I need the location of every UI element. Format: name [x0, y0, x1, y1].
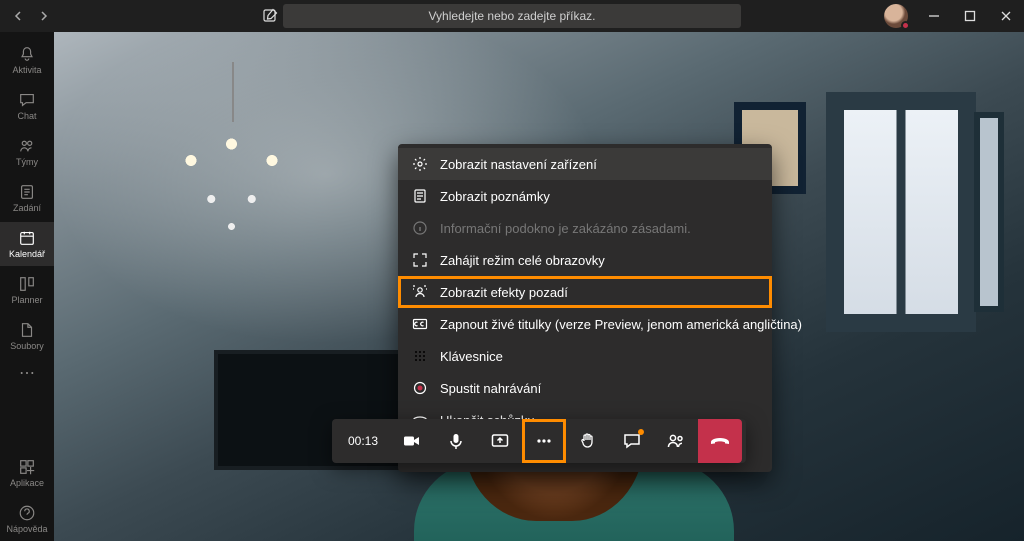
- record-icon: [412, 380, 428, 396]
- avatar[interactable]: [884, 4, 908, 28]
- share-screen-button[interactable]: [478, 419, 522, 463]
- background-picture: [974, 112, 1004, 312]
- menu-item-label: Zobrazit nastavení zařízení: [440, 157, 597, 172]
- presence-dot: [901, 21, 910, 30]
- assignments-icon: [18, 183, 36, 201]
- menu-item-label: Spustit nahrávání: [440, 381, 541, 396]
- menu-item-label: Zapnout živé titulky (verze Preview, jen…: [440, 317, 802, 332]
- rail-label: Soubory: [10, 341, 44, 351]
- mic-icon: [446, 431, 466, 451]
- hand-icon: [578, 431, 598, 451]
- menu-item-live-captions[interactable]: Zapnout živé titulky (verze Preview, jen…: [398, 308, 772, 340]
- rail-label: Kalendář: [9, 249, 45, 259]
- window-maximize-button[interactable]: [952, 0, 988, 32]
- compose-icon: [262, 8, 278, 24]
- rail-label: Planner: [11, 295, 42, 305]
- menu-item-info-pane: Informační podokno je zakázáno zásadami.: [398, 212, 772, 244]
- new-message-button[interactable]: [256, 2, 284, 30]
- rail-item-teams[interactable]: Týmy: [0, 130, 54, 174]
- rail-label: Aktivita: [12, 65, 41, 75]
- window-close-button[interactable]: [988, 0, 1024, 32]
- rail-item-help[interactable]: Nápověda: [0, 497, 54, 541]
- video-stage: Zobrazit nastavení zařízení Zobrazit poz…: [54, 32, 1024, 541]
- rail-item-chat[interactable]: Chat: [0, 84, 54, 128]
- nav-back-button[interactable]: [6, 4, 30, 28]
- rail-label: Zadání: [13, 203, 41, 213]
- menu-item-meeting-notes[interactable]: Zobrazit poznámky: [398, 180, 772, 212]
- rail-item-planner[interactable]: Planner: [0, 268, 54, 312]
- files-icon: [18, 321, 36, 339]
- rail-item-assignments[interactable]: Zadání: [0, 176, 54, 220]
- window-minimize-button[interactable]: [916, 0, 952, 32]
- fullscreen-icon: [412, 252, 428, 268]
- menu-item-label: Zobrazit efekty pozadí: [440, 285, 568, 300]
- background-effects-icon: [412, 284, 428, 300]
- menu-item-background-effects[interactable]: Zobrazit efekty pozadí: [398, 276, 772, 308]
- hang-up-icon: [709, 430, 731, 452]
- titlebar: Vyhledejte nebo zadejte příkaz.: [0, 0, 1024, 32]
- bell-icon: [18, 45, 36, 63]
- minimize-icon: [928, 10, 940, 22]
- menu-item-label: Zobrazit poznámky: [440, 189, 550, 204]
- rail-item-apps[interactable]: Aplikace: [0, 451, 54, 495]
- search-input[interactable]: Vyhledejte nebo zadejte příkaz.: [283, 4, 741, 28]
- teams-icon: [18, 137, 36, 155]
- rail-item-calendar[interactable]: Kalendář: [0, 222, 54, 266]
- menu-item-label: Zahájit režim celé obrazovky: [440, 253, 605, 268]
- raise-hand-button[interactable]: [566, 419, 610, 463]
- menu-item-device-settings[interactable]: Zobrazit nastavení zařízení: [398, 148, 772, 180]
- planner-icon: [18, 275, 36, 293]
- rail-label: Týmy: [16, 157, 38, 167]
- background-window: [826, 92, 976, 332]
- menu-item-keypad[interactable]: Klávesnice: [398, 340, 772, 372]
- info-icon: [412, 220, 428, 236]
- rail-label: Nápověda: [6, 524, 47, 534]
- mic-toggle-button[interactable]: [434, 419, 478, 463]
- maximize-icon: [964, 10, 976, 22]
- apps-icon: [18, 458, 36, 476]
- menu-item-start-recording[interactable]: Spustit nahrávání: [398, 372, 772, 404]
- captions-icon: [412, 316, 428, 332]
- camera-icon: [402, 431, 422, 451]
- close-icon: [1000, 10, 1012, 22]
- help-icon: [18, 504, 36, 522]
- background-chandelier: [164, 62, 299, 232]
- call-control-bar: 00:13: [332, 419, 746, 463]
- menu-item-label: Informační podokno je zakázáno zásadami.: [440, 221, 691, 236]
- more-icon: [534, 431, 554, 451]
- rail-item-activity[interactable]: Aktivita: [0, 38, 54, 82]
- more-actions-button[interactable]: [522, 419, 566, 463]
- rail-more-button[interactable]: ⋯: [0, 360, 54, 388]
- calendar-icon: [18, 229, 36, 247]
- menu-item-label: Klávesnice: [440, 349, 503, 364]
- chat-toggle-button[interactable]: [610, 419, 654, 463]
- camera-toggle-button[interactable]: [390, 419, 434, 463]
- call-timer: 00:13: [336, 434, 390, 448]
- people-icon: [666, 431, 686, 451]
- hang-up-button[interactable]: [698, 419, 742, 463]
- menu-item-fullscreen[interactable]: Zahájit režim celé obrazovky: [398, 244, 772, 276]
- share-icon: [490, 431, 510, 451]
- rail-item-files[interactable]: Soubory: [0, 314, 54, 358]
- keypad-icon: [412, 348, 428, 364]
- participants-button[interactable]: [654, 419, 698, 463]
- notes-icon: [412, 188, 428, 204]
- gear-icon: [412, 156, 428, 172]
- notification-dot: [638, 429, 644, 435]
- rail-label: Aplikace: [10, 478, 44, 488]
- rail-label: Chat: [17, 111, 36, 121]
- chat-icon: [18, 91, 36, 109]
- app-rail: Aktivita Chat Týmy Zadání Kalendář Plann…: [0, 32, 54, 541]
- nav-forward-button[interactable]: [32, 4, 56, 28]
